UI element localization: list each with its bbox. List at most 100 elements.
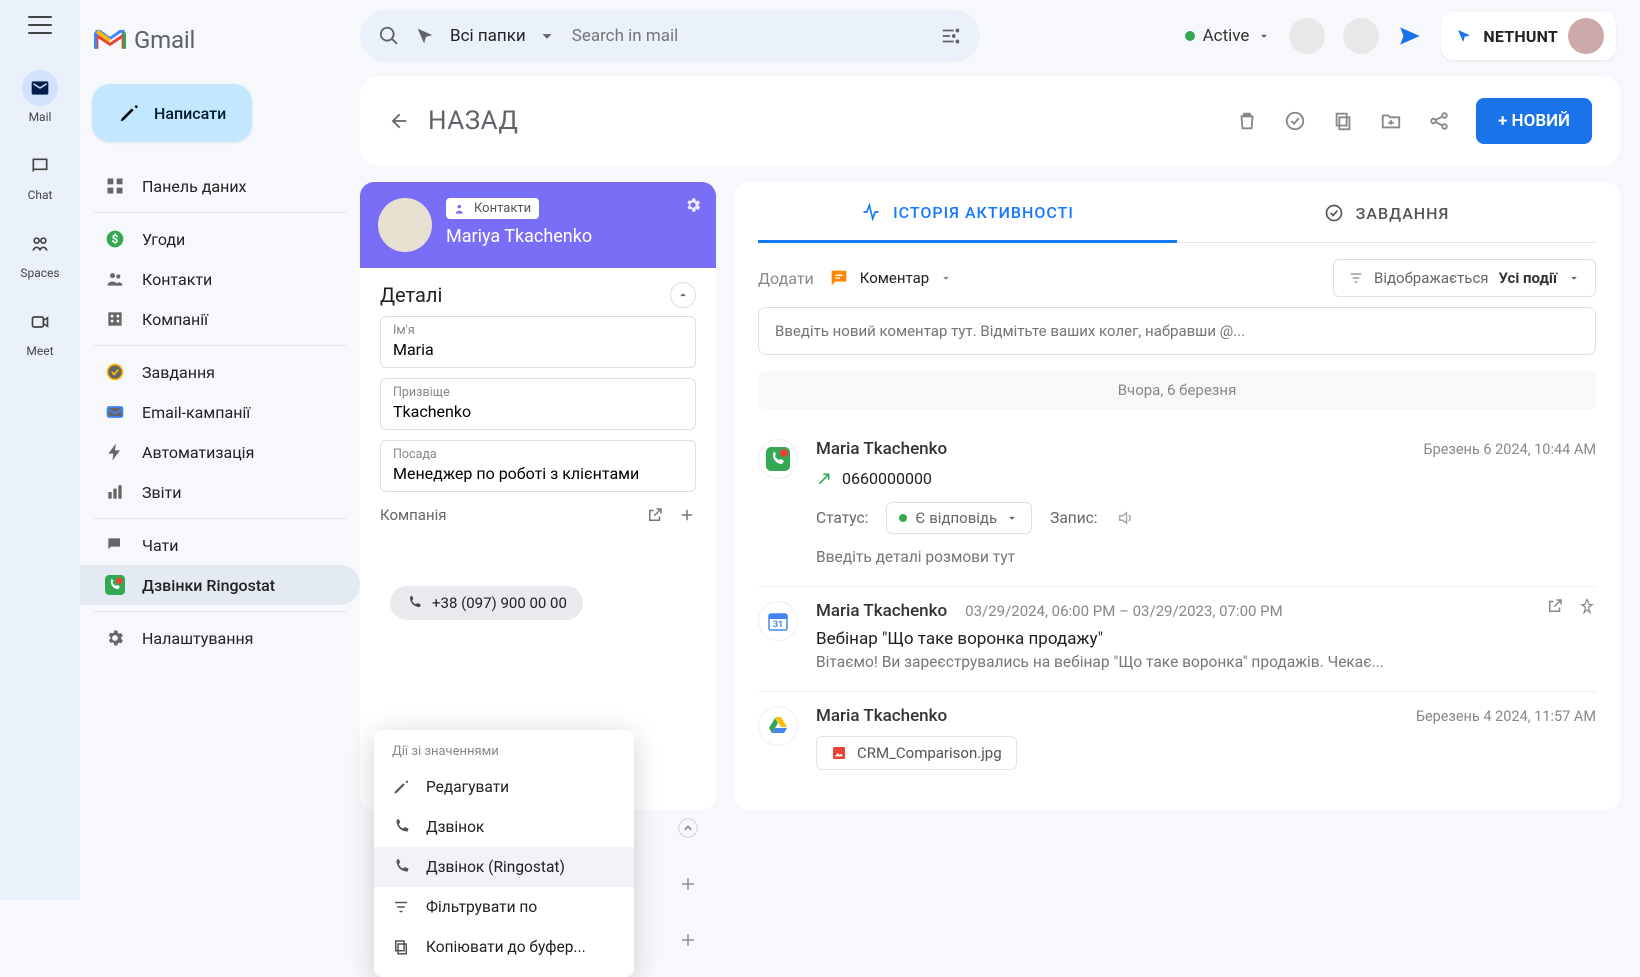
calendar-icon: 31 <box>758 601 798 641</box>
sidebar-item-label: Дзвінки Ringostat <box>142 576 275 595</box>
tab-tasks[interactable]: ЗАВДАННЯ <box>1177 182 1596 243</box>
bolt-icon <box>104 441 126 463</box>
rail-mail[interactable]: Mail <box>22 70 58 124</box>
add-button[interactable] <box>678 930 698 950</box>
sidebar-item-campaigns[interactable]: Email-кампанії <box>80 392 360 432</box>
gmail-logo[interactable]: Gmail <box>80 8 360 72</box>
plus-icon[interactable] <box>678 506 696 524</box>
app-icon-placeholder[interactable] <box>1289 18 1325 54</box>
sidebar-item-dashboard[interactable]: Панель даних <box>80 166 360 206</box>
add-button[interactable] <box>678 874 698 894</box>
event-author: Maria Tkachenko <box>816 706 947 726</box>
user-avatar[interactable] <box>1568 18 1604 54</box>
file-name: CRM_Comparison.jpg <box>857 744 1002 762</box>
menu-call-ringostat[interactable]: Дзвінок (Ringostat) <box>374 847 634 887</box>
nethunt-brand[interactable]: NETHUNT <box>1441 12 1616 60</box>
value-actions-menu: Дії зі значеннями Редагувати Дзвінок Дзв… <box>374 730 634 977</box>
sidebar-item-automation[interactable]: Автоматизація <box>80 432 360 472</box>
chat-icon <box>22 148 58 184</box>
add-comment-button[interactable]: Коментар <box>828 267 953 289</box>
call-note-input[interactable] <box>816 548 1596 566</box>
task-icon <box>1324 203 1344 223</box>
check-circle-icon[interactable] <box>1284 110 1306 132</box>
open-external-icon[interactable] <box>1546 597 1564 615</box>
search-input[interactable] <box>572 26 926 46</box>
activity-icon <box>861 202 881 222</box>
sound-icon[interactable] <box>1116 509 1134 527</box>
trash-icon[interactable] <box>1236 110 1258 132</box>
chevron-up-icon <box>676 288 690 302</box>
comment-input[interactable] <box>758 307 1596 355</box>
sidebar-item-companies[interactable]: Компанії <box>80 299 360 339</box>
search-scope[interactable]: Всі папки <box>450 25 558 47</box>
collapse-button[interactable] <box>678 818 698 838</box>
presence-status[interactable]: Active <box>1185 26 1272 46</box>
open-external-icon[interactable] <box>646 506 664 524</box>
event-title: Вебінар "Що таке воронка продажу" <box>816 629 1596 649</box>
title-input[interactable] <box>393 464 683 483</box>
sidebar-item-tasks[interactable]: Завдання <box>80 352 360 392</box>
gear-icon <box>104 627 126 649</box>
folder-badge-label: Контакти <box>474 201 531 216</box>
rail-spaces[interactable]: Spaces <box>20 226 59 280</box>
folder-badge[interactable]: Контакти <box>446 198 539 219</box>
reports-icon <box>104 481 126 503</box>
chevron-down-icon <box>1567 271 1581 285</box>
contact-settings-button[interactable] <box>684 196 702 218</box>
share-icon[interactable] <box>1428 110 1450 132</box>
filter-icon <box>1348 270 1364 286</box>
sidebar-item-label: Панель даних <box>142 177 247 196</box>
search-bar[interactable]: Всі папки <box>360 10 980 62</box>
compose-button[interactable]: Написати <box>92 84 252 142</box>
file-attachment[interactable]: CRM_Comparison.jpg <box>816 736 1017 770</box>
tab-activity[interactable]: ІСТОРІЯ АКТИВНОСТІ <box>758 182 1177 243</box>
sidebar-item-settings[interactable]: Налаштування <box>80 618 360 658</box>
menu-copy[interactable]: Копіювати до буфер... <box>374 927 634 967</box>
menu-edit[interactable]: Редагувати <box>374 767 634 807</box>
back-button[interactable] <box>388 110 410 132</box>
sidebar-item-deals[interactable]: $Угоди <box>80 219 360 259</box>
event-author: Maria Tkachenko <box>816 439 947 459</box>
rail-chat[interactable]: Chat <box>22 148 58 202</box>
sidebar-item-ringostat[interactable]: Дзвінки Ringostat <box>80 565 360 605</box>
page-title: НАЗАД <box>428 106 518 136</box>
timeline-filter[interactable]: Відображається Усі події <box>1333 259 1596 297</box>
pin-icon[interactable] <box>1578 597 1596 615</box>
chevron-down-icon <box>1257 29 1271 43</box>
sidebar-item-contacts[interactable]: Контакти <box>80 259 360 299</box>
dashboard-icon <box>104 175 126 197</box>
search-scope-label: Всі папки <box>450 26 526 46</box>
firstname-input[interactable] <box>393 340 683 359</box>
rail-meet[interactable]: Meet <box>22 304 58 358</box>
tune-icon[interactable] <box>940 25 962 47</box>
tasks-icon <box>104 361 126 383</box>
collapse-details-button[interactable] <box>670 282 696 308</box>
copy-icon[interactable] <box>1332 110 1354 132</box>
pencil-icon <box>392 778 410 796</box>
ringostat-icon <box>104 574 126 596</box>
menu-button[interactable] <box>28 16 52 34</box>
new-button[interactable]: + НОВИЙ <box>1476 98 1592 144</box>
menu-item-label: Дзвінок <box>426 818 484 836</box>
search-icon <box>378 25 400 47</box>
app-icon-placeholder[interactable] <box>1343 18 1379 54</box>
folder-icon[interactable] <box>1380 110 1402 132</box>
sidebar-item-reports[interactable]: Звіти <box>80 472 360 512</box>
call-status-select[interactable]: Є відповідь <box>886 502 1032 534</box>
event-timerange: 03/29/2024, 06:00 PM – 03/29/2023, 07:00… <box>965 602 1283 620</box>
day-separator: Вчора, 6 березня <box>758 371 1596 409</box>
lastname-input[interactable] <box>393 402 683 421</box>
phone-icon <box>392 818 410 836</box>
phone-chip[interactable]: +38 (097) 900 00 00 <box>390 586 583 620</box>
menu-call[interactable]: Дзвінок <box>374 807 634 847</box>
title-label: Посада <box>393 447 683 462</box>
svg-text:$: $ <box>112 232 119 246</box>
menu-title: Дії зі значеннями <box>374 740 634 767</box>
menu-item-label: Дзвінок (Ringostat) <box>426 858 565 876</box>
send-icon[interactable] <box>1397 23 1423 49</box>
menu-item-label: Редагувати <box>426 778 509 796</box>
sidebar-item-chats[interactable]: Чати <box>80 525 360 565</box>
companies-icon <box>104 308 126 330</box>
menu-filter[interactable]: Фільтрувати по <box>374 887 634 927</box>
tab-label: ЗАВДАННЯ <box>1356 204 1450 223</box>
